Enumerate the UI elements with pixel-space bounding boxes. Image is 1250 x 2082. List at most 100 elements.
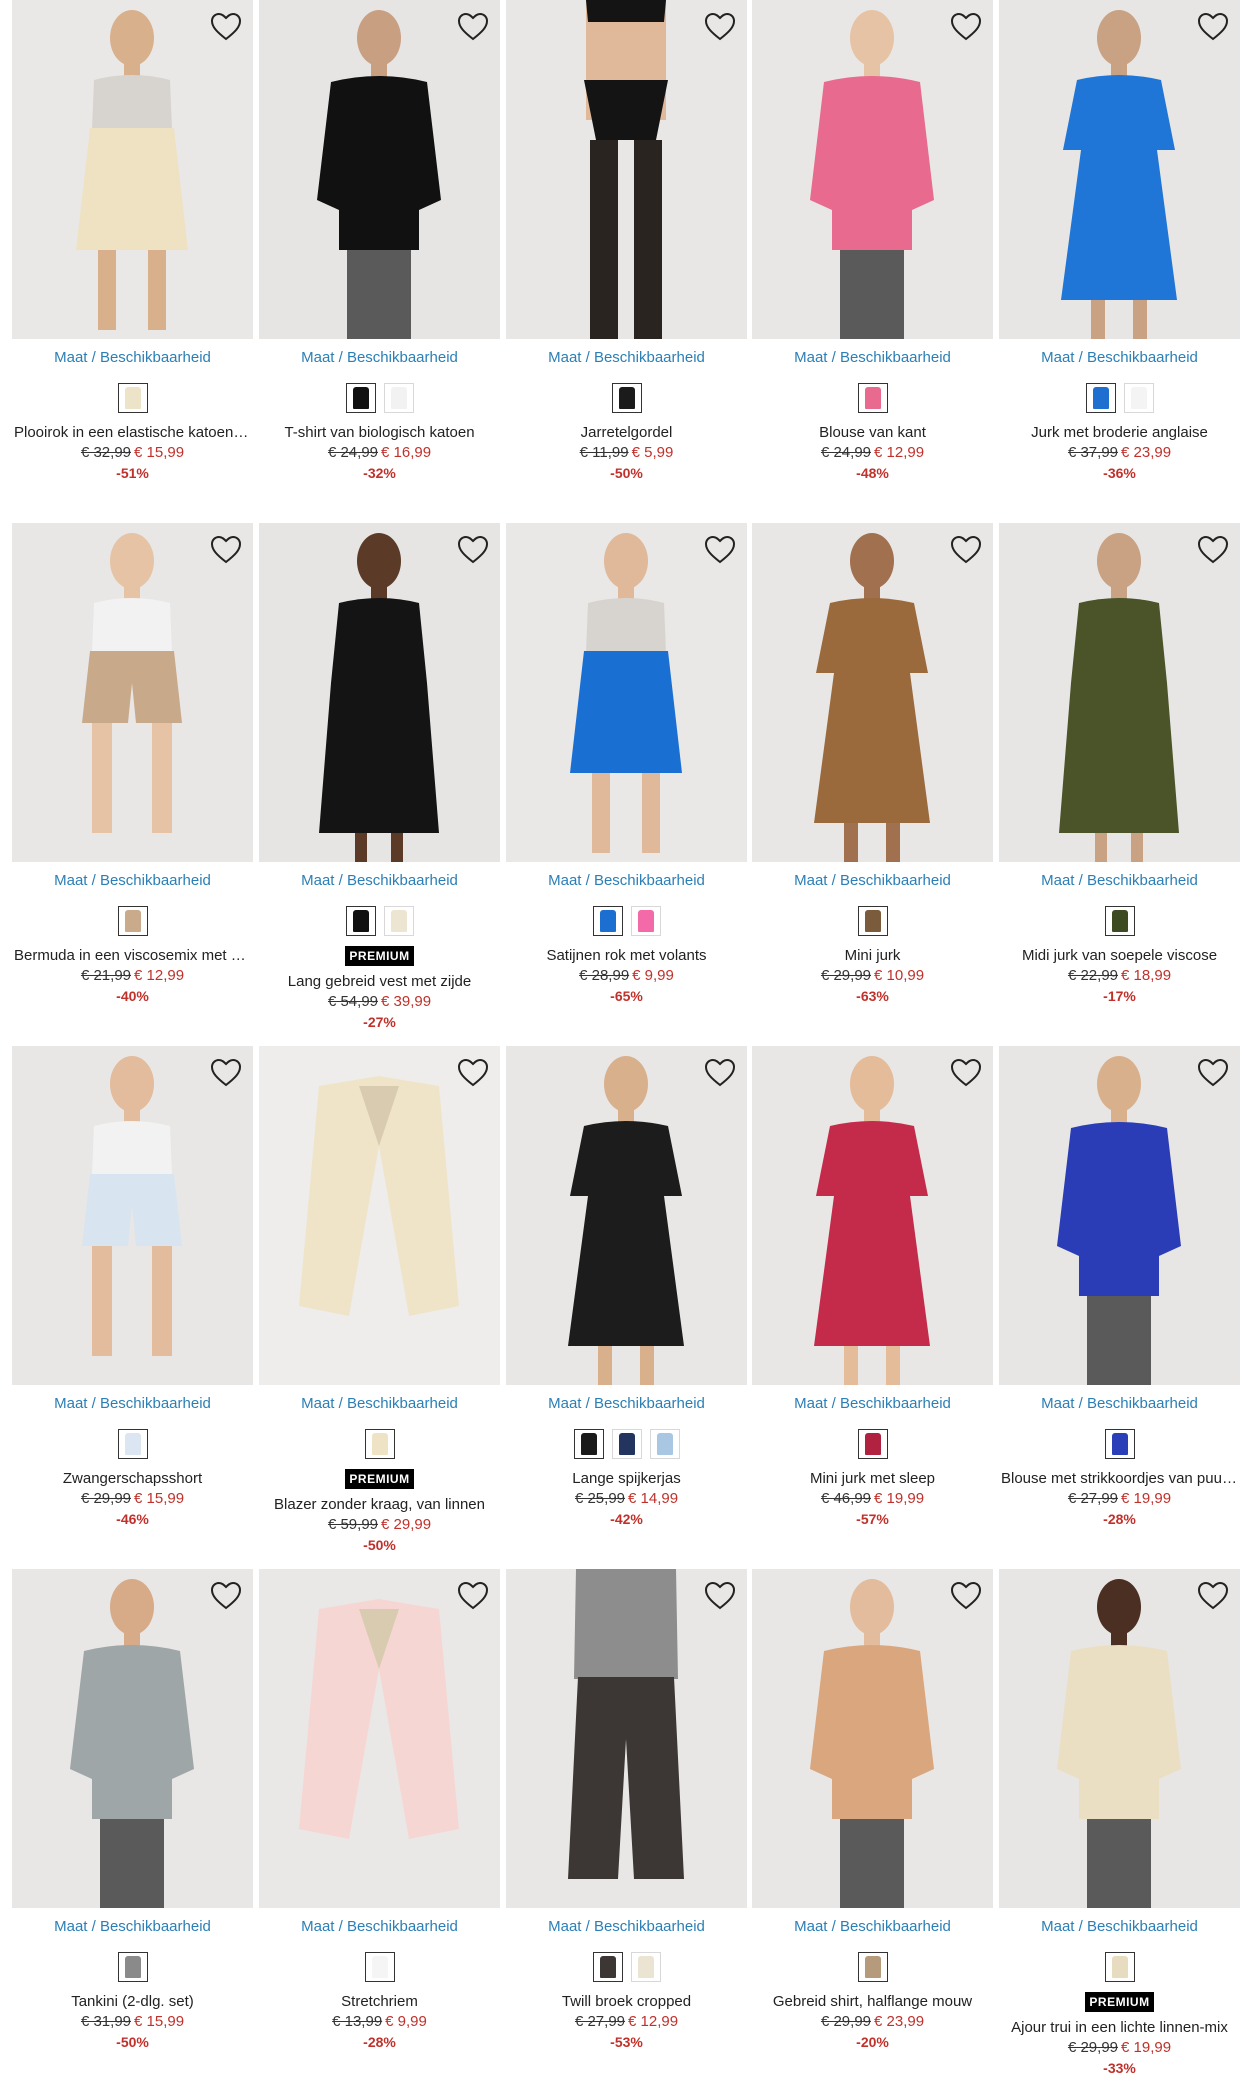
color-swatch[interactable] xyxy=(1123,383,1154,413)
product-title[interactable]: Midi jurk van soepele viscose xyxy=(999,946,1240,966)
product-image[interactable] xyxy=(506,1569,747,1908)
color-swatch[interactable] xyxy=(383,383,414,413)
product-image[interactable] xyxy=(999,0,1240,339)
product-card[interactable]: Maat / Beschikbaarheid Stretchriem € 13,99… xyxy=(259,1569,500,2069)
color-swatch[interactable] xyxy=(1104,906,1135,936)
product-card[interactable]: Maat / Beschikbaarheid Bermuda in een vis… xyxy=(12,523,253,1023)
product-card[interactable]: Maat / Beschikbaarheid Jurk met broderie … xyxy=(999,0,1240,500)
size-availability-link[interactable]: Maat / Beschikbaarheid xyxy=(999,1918,1240,1935)
color-swatch[interactable] xyxy=(630,1952,661,1982)
product-card[interactable]: Maat / Beschikbaarheid Tankini (2-dlg. se… xyxy=(12,1569,253,2069)
product-card[interactable]: Maat / Beschikbaarheid PREMIUM Lang gebrei… xyxy=(259,523,500,1030)
product-card[interactable]: Maat / Beschikbaarheid Blouse met strikko… xyxy=(999,1046,1240,1546)
color-swatch[interactable] xyxy=(857,1952,888,1982)
product-image[interactable] xyxy=(12,1046,253,1385)
product-title[interactable]: Gebreid shirt, halflange mouw xyxy=(752,1992,993,2012)
product-card[interactable]: Maat / Beschikbaarheid PREMIUM Ajour trui … xyxy=(999,1569,1240,2076)
product-title[interactable]: Mini jurk met sleep xyxy=(752,1469,993,1489)
product-card[interactable]: Maat / Beschikbaarheid Mini jurk met slee… xyxy=(752,1046,993,1546)
color-swatch[interactable] xyxy=(383,906,414,936)
color-swatch[interactable] xyxy=(364,1952,395,1982)
size-availability-link[interactable]: Maat / Beschikbaarheid xyxy=(752,349,993,366)
product-title[interactable]: Blouse met strikkoordjes van puur ... xyxy=(999,1469,1240,1489)
wishlist-heart-icon[interactable] xyxy=(1196,1579,1230,1613)
color-swatch[interactable] xyxy=(1104,1429,1135,1459)
size-availability-link[interactable]: Maat / Beschikbaarheid xyxy=(12,1395,253,1412)
size-availability-link[interactable]: Maat / Beschikbaarheid xyxy=(752,872,993,889)
wishlist-heart-icon[interactable] xyxy=(949,533,983,567)
wishlist-heart-icon[interactable] xyxy=(949,1579,983,1613)
color-swatch[interactable] xyxy=(117,906,148,936)
product-image[interactable] xyxy=(259,1569,500,1908)
color-swatch[interactable] xyxy=(611,1429,642,1459)
size-availability-link[interactable]: Maat / Beschikbaarheid xyxy=(12,1918,253,1935)
product-image[interactable] xyxy=(752,1569,993,1908)
color-swatch[interactable] xyxy=(857,906,888,936)
size-availability-link[interactable]: Maat / Beschikbaarheid xyxy=(506,1395,747,1412)
color-swatch[interactable] xyxy=(117,383,148,413)
size-availability-link[interactable]: Maat / Beschikbaarheid xyxy=(506,1918,747,1935)
wishlist-heart-icon[interactable] xyxy=(209,1056,243,1090)
color-swatch[interactable] xyxy=(857,383,888,413)
product-card[interactable]: Maat / Beschikbaarheid Satijnen rok met v… xyxy=(506,523,747,1023)
wishlist-heart-icon[interactable] xyxy=(703,533,737,567)
wishlist-heart-icon[interactable] xyxy=(209,10,243,44)
product-title[interactable]: Plooirok in een elastische katoenmix xyxy=(12,423,253,443)
wishlist-heart-icon[interactable] xyxy=(456,1579,490,1613)
size-availability-link[interactable]: Maat / Beschikbaarheid xyxy=(752,1395,993,1412)
color-swatch[interactable] xyxy=(649,1429,680,1459)
wishlist-heart-icon[interactable] xyxy=(456,533,490,567)
color-swatch[interactable] xyxy=(345,383,376,413)
size-availability-link[interactable]: Maat / Beschikbaarheid xyxy=(259,1918,500,1935)
product-image[interactable] xyxy=(506,1046,747,1385)
wishlist-heart-icon[interactable] xyxy=(703,1579,737,1613)
product-title[interactable]: Mini jurk xyxy=(752,946,993,966)
product-image[interactable] xyxy=(999,1046,1240,1385)
product-card[interactable]: Maat / Beschikbaarheid Jarretelgordel € 11… xyxy=(506,0,747,500)
color-swatch[interactable] xyxy=(117,1952,148,1982)
product-image[interactable] xyxy=(259,0,500,339)
color-swatch[interactable] xyxy=(592,1952,623,1982)
color-swatch[interactable] xyxy=(1085,383,1116,413)
wishlist-heart-icon[interactable] xyxy=(209,533,243,567)
product-title[interactable]: Twill broek cropped xyxy=(506,1992,747,2012)
product-image[interactable] xyxy=(259,1046,500,1385)
size-availability-link[interactable]: Maat / Beschikbaarheid xyxy=(259,349,500,366)
color-swatch[interactable] xyxy=(592,906,623,936)
product-image[interactable] xyxy=(752,523,993,862)
wishlist-heart-icon[interactable] xyxy=(1196,10,1230,44)
product-card[interactable]: Maat / Beschikbaarheid Twill broek croppe… xyxy=(506,1569,747,2069)
product-image[interactable] xyxy=(999,1569,1240,1908)
product-image[interactable] xyxy=(12,0,253,339)
product-image[interactable] xyxy=(12,1569,253,1908)
color-swatch[interactable] xyxy=(630,906,661,936)
product-title[interactable]: Zwangerschapsshort xyxy=(12,1469,253,1489)
size-availability-link[interactable]: Maat / Beschikbaarheid xyxy=(12,872,253,889)
color-swatch[interactable] xyxy=(857,1429,888,1459)
product-title[interactable]: Jurk met broderie anglaise xyxy=(999,423,1240,443)
product-title[interactable]: T-shirt van biologisch katoen xyxy=(259,423,500,443)
product-title[interactable]: Lange spijkerjas xyxy=(506,1469,747,1489)
wishlist-heart-icon[interactable] xyxy=(949,1056,983,1090)
product-image[interactable] xyxy=(506,523,747,862)
color-swatch[interactable] xyxy=(573,1429,604,1459)
wishlist-heart-icon[interactable] xyxy=(456,1056,490,1090)
color-swatch[interactable] xyxy=(117,1429,148,1459)
wishlist-heart-icon[interactable] xyxy=(949,10,983,44)
product-title[interactable]: Satijnen rok met volants xyxy=(506,946,747,966)
color-swatch[interactable] xyxy=(1104,1952,1135,1982)
size-availability-link[interactable]: Maat / Beschikbaarheid xyxy=(999,349,1240,366)
color-swatch[interactable] xyxy=(364,1429,395,1459)
product-card[interactable]: Maat / Beschikbaarheid Plooirok in een el… xyxy=(12,0,253,500)
product-image[interactable] xyxy=(12,523,253,862)
color-swatch[interactable] xyxy=(345,906,376,936)
color-swatch[interactable] xyxy=(611,383,642,413)
wishlist-heart-icon[interactable] xyxy=(456,10,490,44)
wishlist-heart-icon[interactable] xyxy=(209,1579,243,1613)
product-card[interactable]: Maat / Beschikbaarheid Lange spijkerjas € … xyxy=(506,1046,747,1546)
product-image[interactable] xyxy=(752,0,993,339)
product-title[interactable]: Jarretelgordel xyxy=(506,423,747,443)
wishlist-heart-icon[interactable] xyxy=(1196,1056,1230,1090)
size-availability-link[interactable]: Maat / Beschikbaarheid xyxy=(12,349,253,366)
product-title[interactable]: Tankini (2-dlg. set) xyxy=(12,1992,253,2012)
